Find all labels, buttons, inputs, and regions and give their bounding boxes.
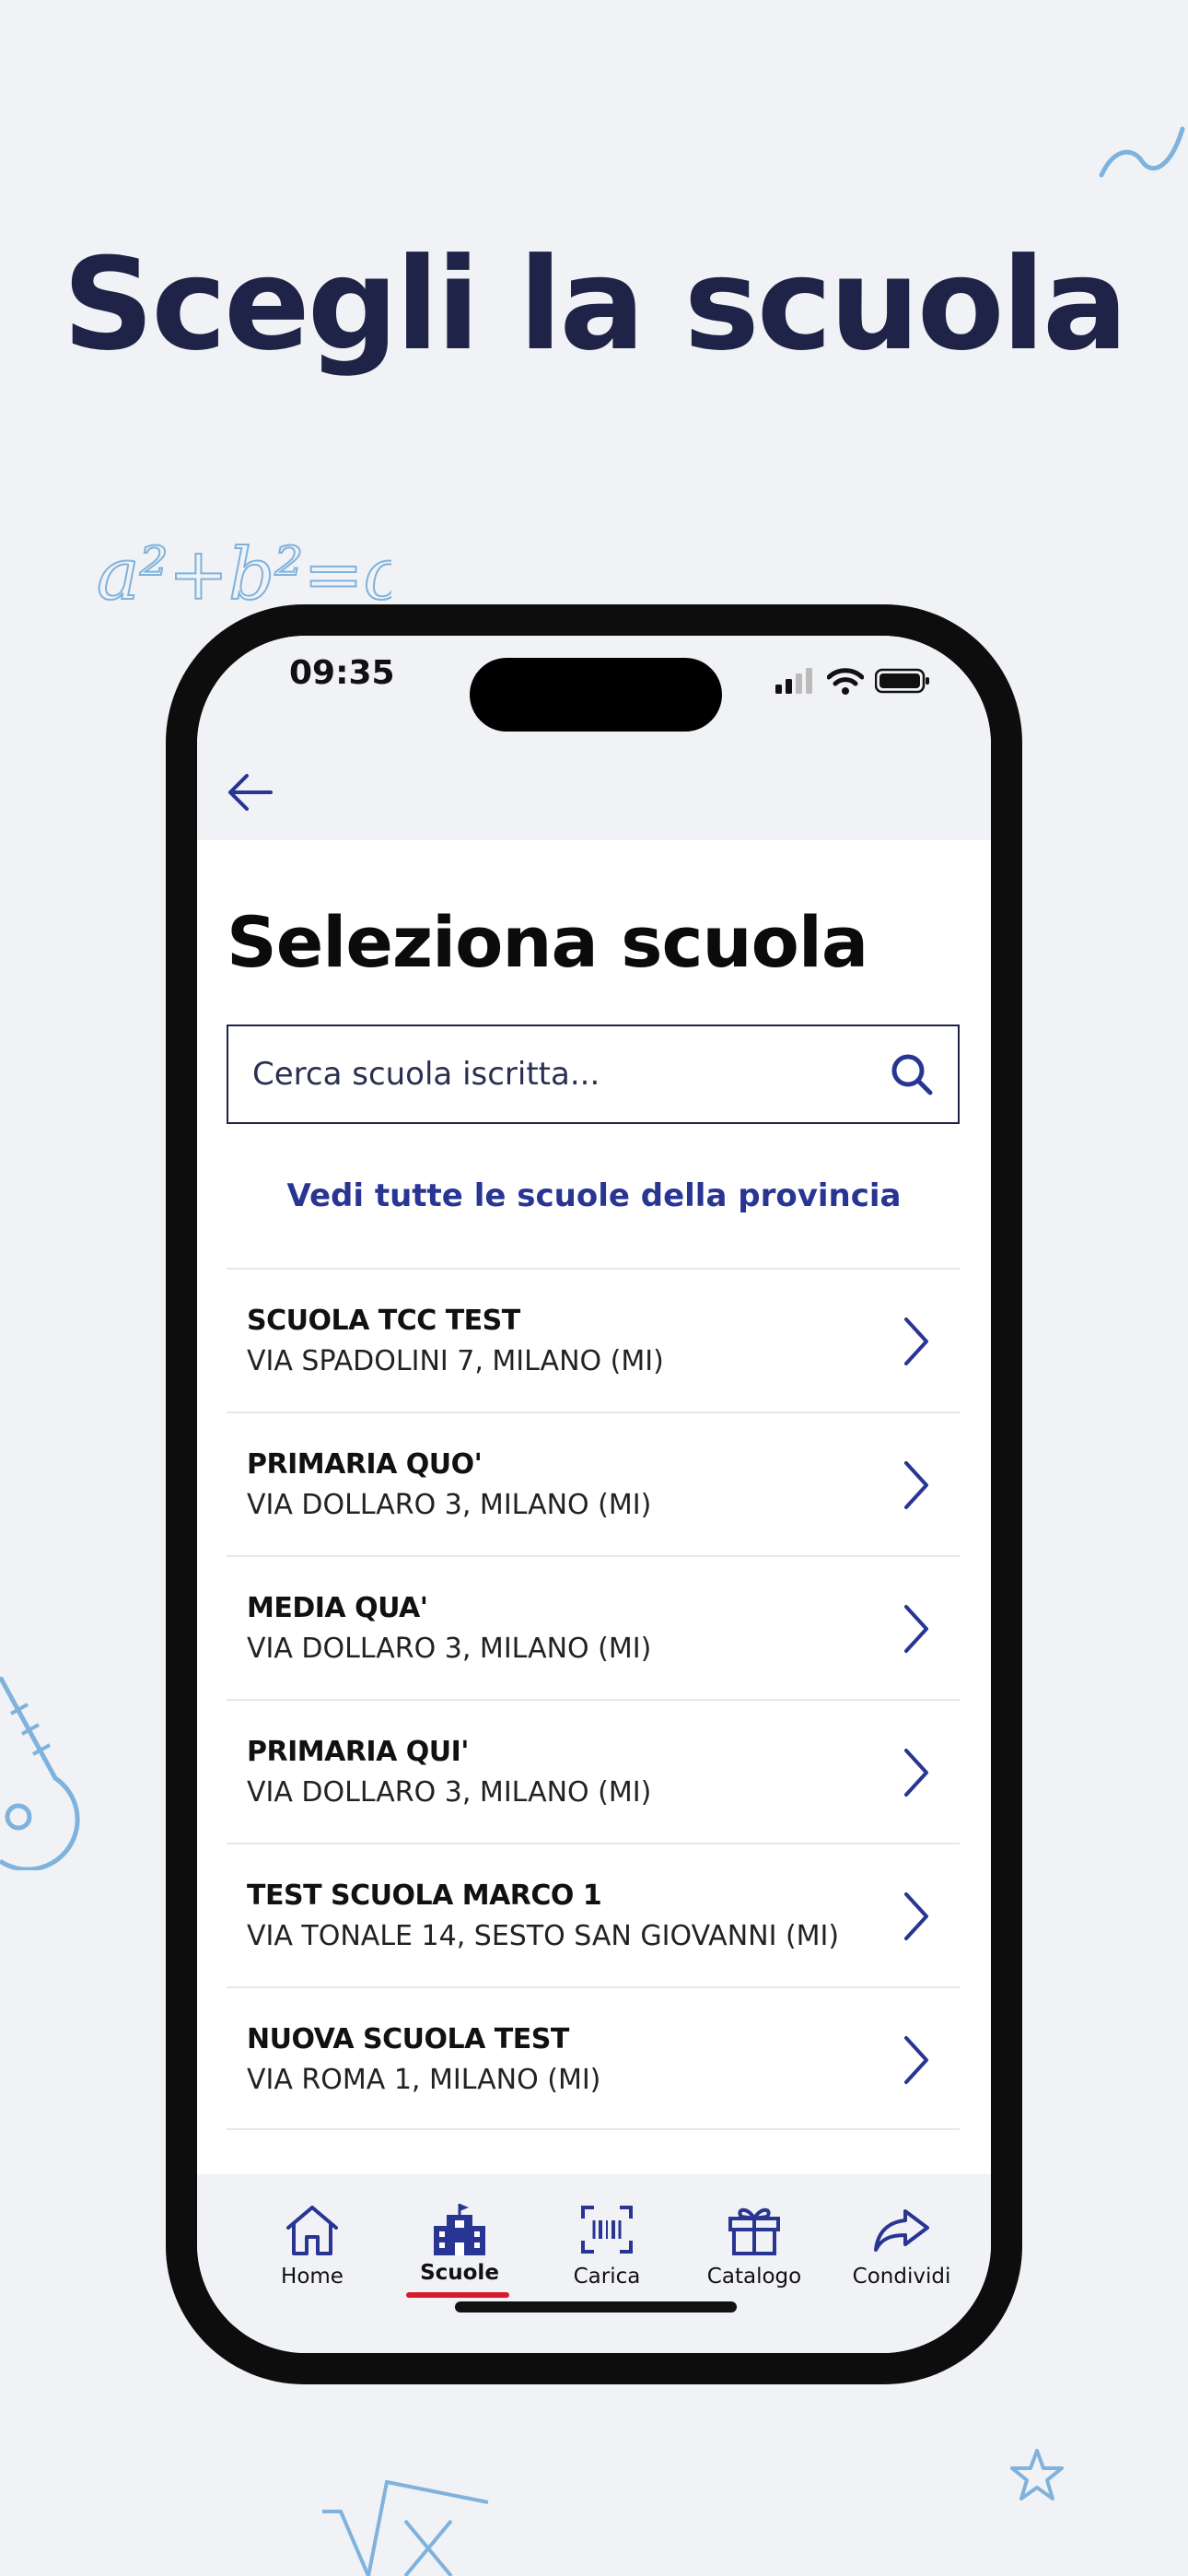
- school-item[interactable]: TEST SCUOLA MARCO 1 VIA TONALE 14, SESTO…: [227, 1843, 960, 1986]
- school-item[interactable]: NUOVA SCUOLA TEST VIA ROMA 1, MILANO (MI…: [227, 1986, 960, 2130]
- chevron-right-icon: [904, 1317, 928, 1365]
- school-item[interactable]: PRIMARIA QUO' VIA DOLLARO 3, MILANO (MI): [227, 1411, 960, 1555]
- wave-doodle-icon: [1099, 126, 1185, 178]
- school-item[interactable]: PRIMARIA QUI' VIA DOLLARO 3, MILANO (MI): [227, 1699, 960, 1843]
- nav-label: Home: [281, 2265, 344, 2289]
- chevron-right-icon: [904, 1461, 928, 1509]
- nav-item-catalogo[interactable]: Catalogo: [690, 2202, 819, 2289]
- school-address: VIA DOLLARO 3, MILANO (MI): [247, 1776, 652, 1809]
- status-time: 09:35: [289, 654, 395, 692]
- school-name: MEDIA QUA': [247, 1592, 428, 1624]
- bottom-nav: Home Scuole Carica Catalogo Condividi: [197, 2174, 991, 2353]
- battery-icon: [875, 668, 929, 694]
- school-address: VIA DOLLARO 3, MILANO (MI): [247, 1633, 652, 1665]
- dynamic-island: [470, 658, 722, 732]
- nav-item-carica[interactable]: Carica: [542, 2202, 671, 2289]
- active-tab-indicator: [406, 2292, 509, 2298]
- cellular-signal-icon: [775, 668, 812, 694]
- school-address: VIA TONALE 14, SESTO SAN GIOVANNI (MI): [247, 1920, 840, 1952]
- school-item[interactable]: SCUOLA TCC TEST VIA SPADOLINI 7, MILANO …: [227, 1268, 960, 1411]
- search-icon[interactable]: [886, 1048, 938, 1100]
- school-address: VIA ROMA 1, MILANO (MI): [247, 2064, 601, 2096]
- chevron-right-icon: [904, 1749, 928, 1797]
- status-icons: [775, 667, 930, 695]
- headline: Scegli la scuola: [62, 230, 1128, 379]
- chevron-right-icon: [904, 1605, 928, 1653]
- nav-label: Condividi: [852, 2265, 951, 2289]
- home-icon: [286, 2206, 338, 2255]
- nav-item-scuole[interactable]: Scuole: [395, 2202, 524, 2298]
- gift-icon: [728, 2207, 780, 2255]
- nav-label: Scuole: [420, 2261, 499, 2285]
- school-name: PRIMARIA QUI': [247, 1736, 469, 1768]
- school-name: PRIMARIA QUO': [247, 1448, 483, 1481]
- square-root-doodle-icon: [322, 2479, 489, 2576]
- phone-screen: 09:35 Seleziona scuola Cerca scuola iscr…: [197, 636, 991, 2353]
- search-box[interactable]: [227, 1025, 960, 1124]
- school-icon: [434, 2204, 485, 2255]
- share-icon: [874, 2209, 929, 2252]
- home-indicator: [455, 2301, 737, 2313]
- nav-item-home[interactable]: Home: [248, 2202, 377, 2289]
- top-bar: 09:35: [197, 636, 991, 840]
- nav-item-condividi[interactable]: Condividi: [837, 2202, 966, 2289]
- school-name: NUOVA SCUOLA TEST: [247, 2023, 569, 2055]
- back-arrow-icon[interactable]: [223, 765, 278, 820]
- school-item[interactable]: MEDIA QUA' VIA DOLLARO 3, MILANO (MI): [227, 1555, 960, 1699]
- nav-label: Carica: [573, 2265, 641, 2289]
- pythagoras-formula-doodle-icon: a²+b²=c²: [97, 533, 391, 617]
- see-all-schools-link[interactable]: Vedi tutte le scuole della provincia: [197, 1177, 991, 1214]
- page-title: Seleziona scuola: [227, 901, 868, 983]
- school-address: VIA DOLLARO 3, MILANO (MI): [247, 1489, 652, 1521]
- phone-frame: 09:35 Seleziona scuola Cerca scuola iscr…: [166, 604, 1022, 2384]
- school-list: SCUOLA TCC TEST VIA SPADOLINI 7, MILANO …: [227, 1268, 960, 2130]
- star-doodle-icon: [1010, 2449, 1064, 2500]
- wifi-icon: [827, 668, 864, 695]
- school-name: SCUOLA TCC TEST: [247, 1305, 520, 1337]
- chevron-right-icon: [904, 2036, 928, 2084]
- barcode-scan-icon: [581, 2206, 633, 2254]
- ruler-protractor-doodle-icon: [0, 1677, 80, 1870]
- school-name: TEST SCUOLA MARCO 1: [247, 1879, 602, 1912]
- search-input[interactable]: [228, 1055, 886, 1094]
- nav-label: Catalogo: [706, 2265, 802, 2289]
- chevron-right-icon: [904, 1892, 928, 1940]
- school-address: VIA SPADOLINI 7, MILANO (MI): [247, 1345, 664, 1377]
